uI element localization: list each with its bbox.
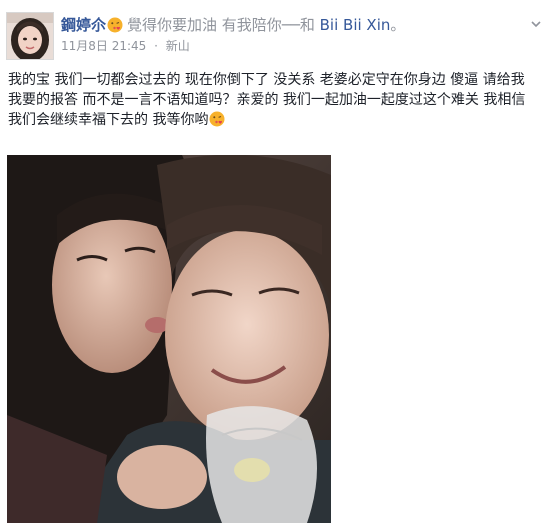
post-body: 我的宝 我们一切都会过去的 现在你倒下了 没关系 老婆必定守在你身边 傻逼 请给… bbox=[8, 70, 533, 130]
post-meta: 鋼婷尒 覺得你要加油 有我陪你──和 Bii Bii Xin。 11月8日 21… bbox=[61, 15, 405, 54]
post-timestamp[interactable]: 11月8日 21:45 bbox=[61, 39, 146, 53]
feeling-text: 覺得你要加油 有我陪你──和 bbox=[127, 16, 315, 34]
meta-separator: · bbox=[154, 39, 158, 53]
author-avatar[interactable] bbox=[6, 12, 54, 60]
avatar-image bbox=[7, 13, 53, 59]
kissing-face-emoji-icon bbox=[209, 111, 225, 127]
author-name[interactable]: 鋼婷尒 bbox=[61, 16, 106, 34]
post-subtitle-line: 11月8日 21:45 · 新山 bbox=[61, 38, 405, 54]
post-title-line: 鋼婷尒 覺得你要加油 有我陪你──和 Bii Bii Xin。 bbox=[61, 15, 405, 35]
couple-photo-image bbox=[7, 155, 331, 523]
post-photo[interactable] bbox=[7, 155, 331, 523]
kissing-face-emoji-icon bbox=[107, 17, 123, 33]
chevron-down-icon[interactable] bbox=[530, 18, 542, 30]
tagged-user-link[interactable]: Bii Bii Xin bbox=[320, 16, 391, 34]
post-body-text: 我的宝 我们一切都会过去的 现在你倒下了 没关系 老婆必定守在你身边 傻逼 请给… bbox=[8, 72, 526, 128]
post-header: 鋼婷尒 覺得你要加油 有我陪你──和 Bii Bii Xin。 11月8日 21… bbox=[6, 12, 546, 64]
post-location[interactable]: 新山 bbox=[166, 39, 190, 53]
trailing-punctuation: 。 bbox=[390, 16, 406, 34]
facebook-post: 鋼婷尒 覺得你要加油 有我陪你──和 Bii Bii Xin。 11月8日 21… bbox=[0, 0, 550, 523]
